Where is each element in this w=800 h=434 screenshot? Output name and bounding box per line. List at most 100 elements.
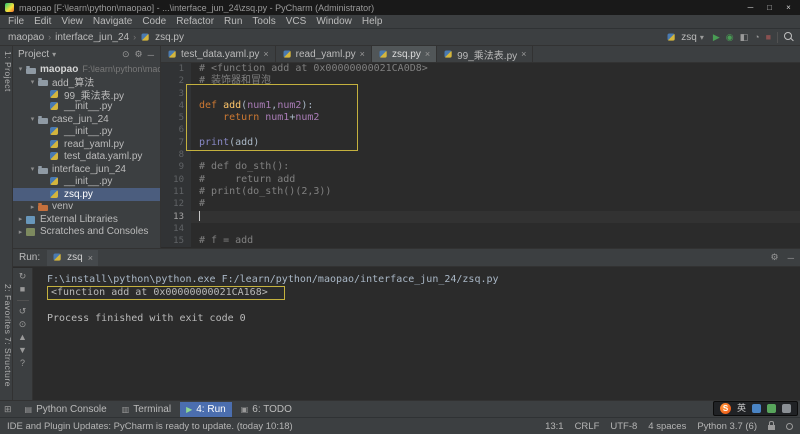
pin-tab-icon[interactable]: ⊙ [19,320,27,329]
expander-icon[interactable]: ▸ [28,203,37,211]
code-line[interactable]: 9# def do_sth(): [161,161,800,173]
menu-item-file[interactable]: File [3,16,29,27]
ime-language-indicator[interactable]: 英 [737,404,746,413]
code-line[interactable]: 14 [161,223,800,235]
tree-item[interactable]: ▸venv [13,201,160,214]
scroll-down-icon[interactable]: ▼ [18,346,27,355]
breadcrumb-item[interactable]: maopao [8,32,44,43]
line-number[interactable]: 2 [161,75,191,87]
toolwindow-button[interactable]: ▣6: TODO [235,402,298,417]
python-interpreter[interactable]: Python 3.7 (6) [697,421,757,432]
minimize-button[interactable]: ─ [741,3,760,12]
line-number[interactable]: 6 [161,124,191,136]
toolwindow-quick-access-icon[interactable]: ⊞ [4,404,12,415]
line-number[interactable]: 7 [161,137,191,149]
line-number[interactable]: 13 [161,211,191,223]
restore-layout-icon[interactable]: ↺ [19,307,27,316]
line-number[interactable]: 8 [161,149,191,161]
tree-item[interactable]: __init__.py [13,101,160,114]
tree-item[interactable]: __init__.py [13,176,160,189]
tree-item[interactable]: 99_乘法表.py [13,88,160,101]
breadcrumb-item[interactable]: zsq.py [140,32,184,43]
expander-icon[interactable]: ▾ [28,78,37,86]
search-everywhere-icon[interactable] [784,32,794,42]
scroll-up-icon[interactable]: ▲ [18,333,27,342]
console-output[interactable]: F:\install\python\python.exe F:/learn/py… [33,268,800,400]
menu-item-window[interactable]: Window [311,16,357,27]
menu-item-edit[interactable]: Edit [29,16,56,27]
tree-item[interactable]: ▾interface_jun_24 [13,163,160,176]
file-encoding[interactable]: UTF-8 [610,421,637,432]
toolwindow-button[interactable]: ▶4: Run [180,402,232,417]
line-number[interactable]: 1 [161,63,191,75]
menu-item-run[interactable]: Run [219,16,247,27]
code-line[interactable]: 5 return num1+num2 [161,112,800,124]
run-tab[interactable]: zsq × [47,250,98,266]
close-tab-icon[interactable]: × [88,253,93,263]
toolwindow-button[interactable]: ▤Python Console [19,402,113,417]
ime-skin-icon[interactable] [767,404,776,413]
line-number[interactable]: 3 [161,88,191,100]
hide-panel-icon[interactable]: ─ [147,50,155,60]
ime-keyboard-icon[interactable] [752,404,761,413]
tree-item[interactable]: ▸External Libraries [13,213,160,226]
toolstrip-project[interactable]: 1: Project [1,51,13,92]
locate-file-icon[interactable]: ⊙ [121,49,131,60]
event-log-icon[interactable] [786,423,793,430]
tree-item[interactable]: __init__.py [13,126,160,139]
line-number[interactable]: 11 [161,186,191,198]
expander-icon[interactable]: ▾ [28,115,37,123]
toolstrip-favorites[interactable]: 2: Favorites [1,284,13,334]
menu-item-navigate[interactable]: Navigate [88,16,137,27]
editor[interactable]: 1# <function add at 0x00000000021CA0D8>2… [161,63,800,248]
coverage-button[interactable]: ◧ [740,33,749,42]
tree-item[interactable]: ▾case_jun_24 [13,113,160,126]
code-line[interactable]: 4def add(num1,num2): [161,100,800,112]
stop-button[interactable]: ■ [766,33,771,42]
chevron-down-icon[interactable]: ▾ [52,50,56,59]
expander-icon[interactable]: ▾ [28,165,37,173]
code-line[interactable]: 1# <function add at 0x00000000021CA0D8> [161,63,800,75]
editor-tab[interactable]: test_data.yaml.py× [161,46,276,62]
line-number[interactable]: 15 [161,235,191,247]
code-line[interactable]: 10# return add [161,174,800,186]
code-line[interactable]: 12# [161,198,800,210]
settings-gear-icon[interactable]: ⚙ [134,49,144,60]
ime-toolbox-icon[interactable] [782,404,791,413]
help-icon[interactable]: ? [20,359,25,368]
run-button[interactable]: ▶ [713,33,720,42]
maximize-button[interactable]: □ [760,3,779,12]
code-line[interactable]: 7print(add) [161,137,800,149]
line-separator[interactable]: CRLF [575,421,600,432]
line-number[interactable]: 14 [161,223,191,235]
menu-item-code[interactable]: Code [137,16,171,27]
line-number[interactable]: 12 [161,198,191,210]
close-tab-icon[interactable]: × [425,49,430,59]
menu-item-help[interactable]: Help [357,16,388,27]
code-line[interactable]: 15# f = add [161,235,800,247]
toolwindow-button[interactable]: ▥Terminal [116,402,177,417]
close-tab-icon[interactable]: × [263,49,268,59]
sogou-logo-icon[interactable]: S [720,403,731,414]
status-message[interactable]: IDE and Plugin Updates: PyCharm is ready… [7,421,293,432]
code-line[interactable]: 2# 装饰器和冒泡 [161,75,800,87]
settings-gear-icon[interactable]: ⚙ [771,252,779,263]
line-number[interactable]: 10 [161,174,191,186]
menu-item-tools[interactable]: Tools [247,16,280,27]
menu-item-view[interactable]: View [56,16,88,27]
readonly-lock-icon[interactable] [768,425,775,430]
code-line[interactable]: 6 [161,124,800,136]
indent-style[interactable]: 4 spaces [648,421,686,432]
line-number[interactable]: 4 [161,100,191,112]
project-panel-title[interactable]: Project [18,49,49,60]
close-button[interactable]: × [779,3,798,12]
menu-item-vcs[interactable]: VCS [281,16,312,27]
expander-icon[interactable]: ▸ [16,228,25,236]
editor-tab[interactable]: 99_乘法表.py× [437,46,533,62]
editor-tab[interactable]: read_yaml.py× [276,46,372,62]
line-number[interactable]: 5 [161,112,191,124]
menu-item-refactor[interactable]: Refactor [171,16,219,27]
line-number[interactable]: 9 [161,161,191,173]
close-tab-icon[interactable]: × [360,49,365,59]
tree-item[interactable]: read_yaml.py [13,138,160,151]
